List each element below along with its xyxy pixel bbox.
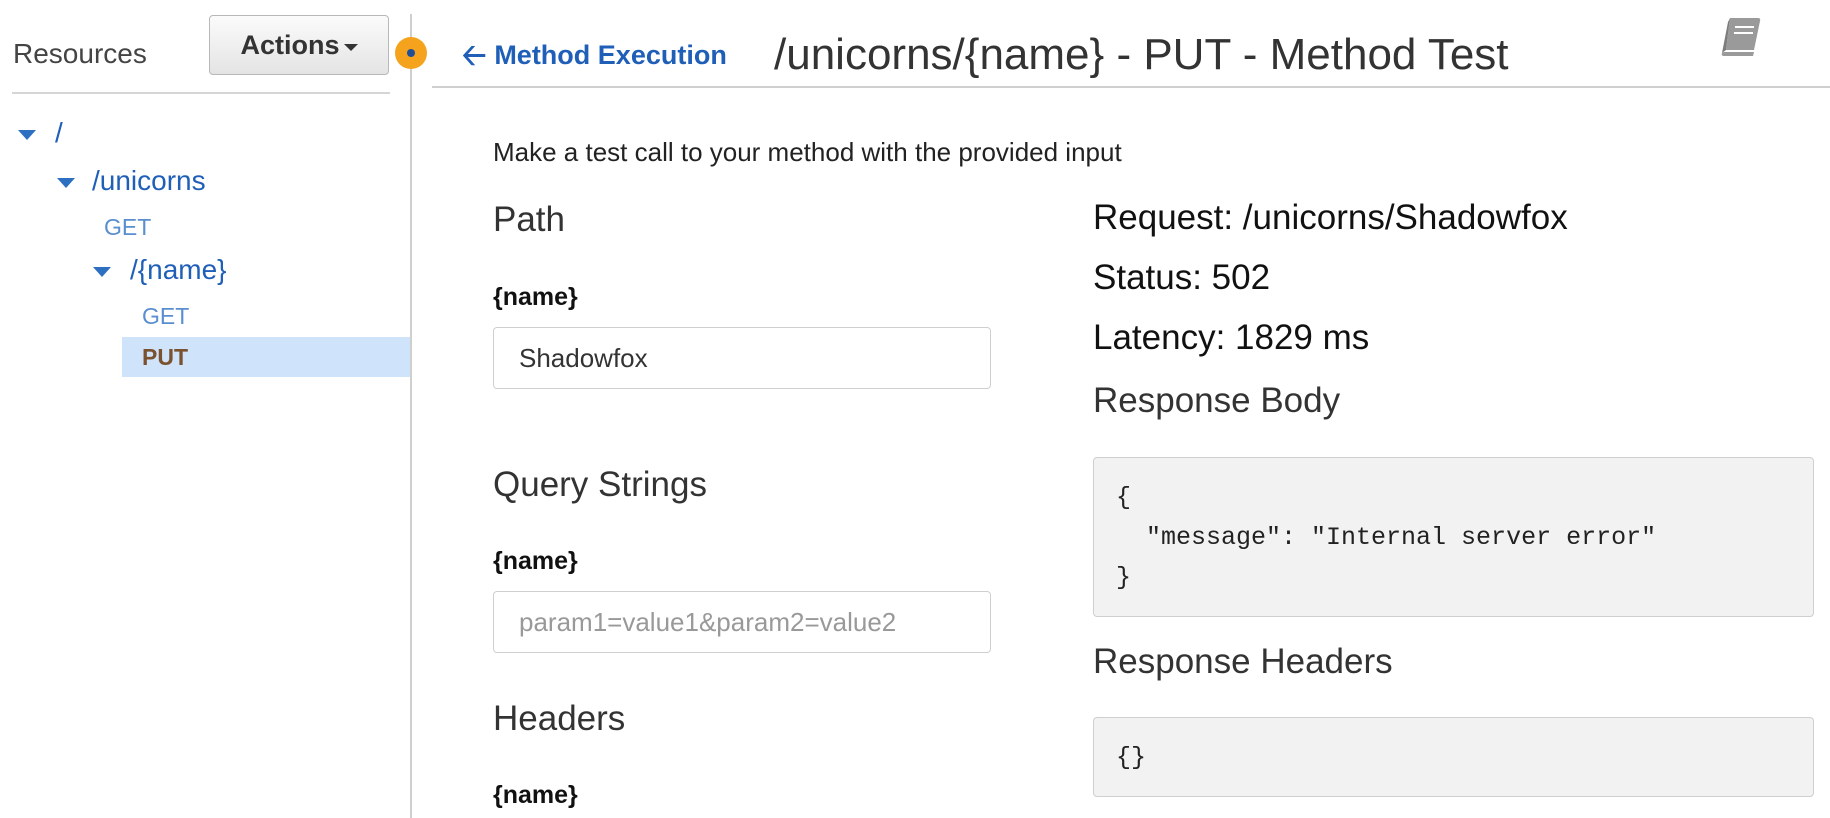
tree-item-name-get[interactable]: GET xyxy=(142,303,189,330)
actions-button[interactable]: Actions xyxy=(209,15,389,75)
book-icon[interactable] xyxy=(1718,16,1762,58)
actions-button-label: Actions xyxy=(240,29,340,60)
response-body-title: Response Body xyxy=(1093,381,1341,420)
intro-text: Make a test call to your method with the… xyxy=(493,137,1122,167)
response-headers-title: Response Headers xyxy=(1093,642,1393,681)
tree-item-root[interactable]: / xyxy=(55,117,63,149)
path-param-label: {name} xyxy=(493,283,578,311)
splitter-handle-icon[interactable] xyxy=(395,37,427,69)
path-param-input[interactable] xyxy=(493,327,991,389)
query-strings-section-title: Query Strings xyxy=(493,465,707,504)
tree-item-name[interactable]: /{name} xyxy=(130,254,227,286)
request-line: Request: /unicorns/Shadowfox xyxy=(1093,198,1568,237)
status-line: Status: 502 xyxy=(1093,258,1271,297)
tree-item-unicorns[interactable]: /unicorns xyxy=(92,165,206,197)
response-headers-box: {} xyxy=(1093,717,1814,797)
path-section-title: Path xyxy=(493,200,565,239)
page-title: /unicorns/{name} - PUT - Method Test xyxy=(774,30,1509,79)
caret-down-icon[interactable] xyxy=(93,267,111,277)
response-body-box: { "message": "Internal server error" } xyxy=(1093,457,1814,617)
query-strings-input[interactable] xyxy=(493,591,991,653)
sidebar-divider xyxy=(12,92,390,94)
method-execution-label: Method Execution xyxy=(494,40,727,70)
tree-item-name-put[interactable]: PUT xyxy=(142,344,188,371)
headers-section-title: Headers xyxy=(493,699,626,738)
query-param-label: {name} xyxy=(493,547,578,575)
arrow-left-icon: 🡠 xyxy=(462,38,487,72)
panel-splitter[interactable] xyxy=(410,14,412,818)
caret-down-icon xyxy=(343,43,358,51)
method-execution-link[interactable]: 🡠 Method Execution xyxy=(462,40,727,71)
caret-down-icon[interactable] xyxy=(18,130,36,140)
caret-down-icon[interactable] xyxy=(57,178,75,188)
header-divider xyxy=(432,86,1830,88)
tree-item-unicorns-get[interactable]: GET xyxy=(104,214,151,241)
headers-param-label: {name} xyxy=(493,781,578,809)
resources-sidebar: Resources Actions / /unicorns GET /{name… xyxy=(0,0,410,818)
sidebar-title: Resources xyxy=(13,38,147,69)
latency-line: Latency: 1829 ms xyxy=(1093,318,1370,357)
